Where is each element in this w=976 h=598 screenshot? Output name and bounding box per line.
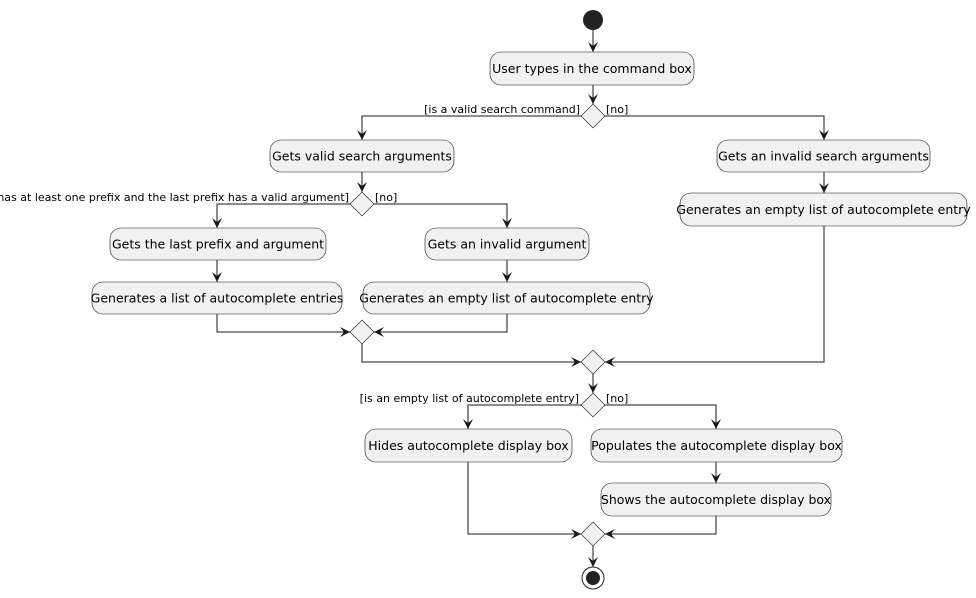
- guard-label: [is an empty list of autocomplete entry]: [360, 392, 579, 405]
- flow-edge: [361, 344, 581, 363]
- flow-edge: [361, 115, 581, 140]
- action-user-types-label: User types in the command box: [492, 61, 692, 76]
- guard-label: [no]: [606, 103, 628, 116]
- action-hides-label: Hides autocomplete display box: [368, 438, 568, 453]
- action-empty-list-mid-label: Generates an empty list of autocomplete …: [359, 291, 654, 306]
- flow-edge: [605, 516, 717, 535]
- merge-prefix: [349, 319, 375, 345]
- flow-edge: [216, 203, 350, 228]
- action-empty-list-right-label: Generates an empty list of autocomplete …: [676, 202, 971, 217]
- flow-edge: [374, 203, 508, 228]
- action-list-entries-label: Generates a list of autocomplete entries: [91, 291, 344, 306]
- activity-diagram: User types in the command box [is a valid…: [0, 10, 971, 590]
- start-node: [583, 10, 603, 30]
- guard-label: [no]: [375, 191, 397, 204]
- guard-label: [is a valid search command]: [424, 103, 580, 116]
- merge-valid-command: [580, 349, 606, 375]
- decision-empty-list: [580, 392, 606, 418]
- end-node: [586, 571, 600, 585]
- decision-valid-command: [580, 103, 606, 129]
- action-last-prefix-label: Gets the last prefix and argument: [112, 237, 324, 252]
- action-invalid-arg-label: Gets an invalid argument: [428, 237, 587, 252]
- action-shows-label: Shows the autocomplete display box: [601, 492, 831, 507]
- guard-label: [no]: [606, 392, 628, 405]
- action-invalid-search-args-label: Gets an invalid search arguments: [718, 149, 929, 164]
- flow-edge: [216, 314, 350, 333]
- flow-edge: [467, 404, 581, 429]
- flow-edge: [374, 314, 508, 333]
- action-populates-label: Populates the autocomplete display box: [591, 438, 842, 453]
- action-valid-args-label: Gets valid search arguments: [272, 149, 452, 164]
- decision-prefix: [349, 191, 375, 217]
- flow-edge: [605, 404, 717, 429]
- flow-edge: [605, 115, 825, 140]
- flow-edge: [467, 462, 581, 535]
- guard-label: [has at least one prefix and the last pr…: [0, 191, 349, 204]
- merge-empty-list: [580, 521, 606, 547]
